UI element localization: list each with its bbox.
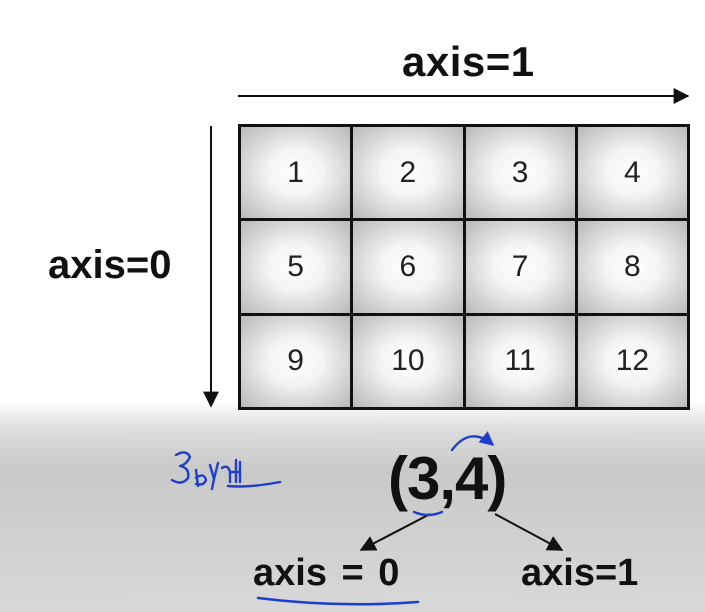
grid-cell: 11 — [465, 315, 575, 407]
grid-cell: 4 — [577, 127, 687, 219]
grid-cell: 8 — [577, 221, 687, 313]
handwritten-underline-axis0 — [256, 596, 420, 606]
axis1-bottom-label: axis=1 — [521, 552, 639, 594]
axis0-bottom-label: axis = 0 — [253, 552, 400, 594]
grid-cell: 5 — [241, 221, 351, 313]
handwritten-note-3by4 — [170, 451, 282, 491]
grid-cell: 7 — [465, 221, 575, 313]
grid-cell: 6 — [353, 221, 463, 313]
axis0-left-label: axis=0 — [48, 243, 172, 287]
grid-cell: 10 — [353, 315, 463, 407]
shape-label: (3,4) — [388, 445, 507, 512]
axis1-top-label: axis=1 — [402, 38, 535, 85]
grid-cell: 2 — [353, 127, 463, 219]
grid-cell: 1 — [241, 127, 351, 219]
array-grid: 1 2 3 4 5 6 7 8 9 10 11 12 — [238, 124, 690, 410]
grid-cell: 3 — [465, 127, 575, 219]
grid-cell: 12 — [577, 315, 687, 407]
arrow-to-axis1 — [494, 513, 564, 551]
arrow-to-axis0 — [359, 513, 431, 551]
grid-cell: 9 — [241, 315, 351, 407]
